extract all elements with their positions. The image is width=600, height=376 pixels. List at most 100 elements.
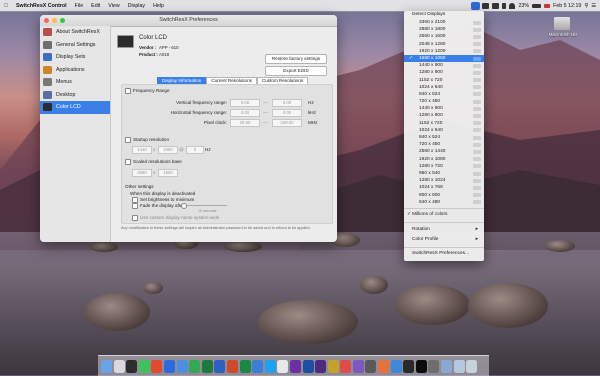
resolution-item[interactable]: 3360 x 2100 bbox=[404, 19, 484, 26]
sidebar-item[interactable]: Display Sets bbox=[40, 51, 110, 64]
pixel-min-field[interactable]: 20.00 bbox=[230, 119, 260, 127]
menu-edit[interactable]: Edit bbox=[87, 3, 104, 9]
switchresx-tray-icon[interactable] bbox=[471, 1, 481, 10]
resolution-item[interactable]: 1024 x 640 bbox=[404, 127, 484, 134]
dock-app-icon[interactable] bbox=[466, 359, 478, 373]
sidebar-item[interactable]: Color LCD bbox=[40, 101, 110, 114]
dock-app-icon[interactable] bbox=[453, 359, 465, 373]
menu-app-name[interactable]: SwitchResX Control bbox=[12, 3, 71, 9]
dock-app-icon[interactable] bbox=[151, 359, 163, 373]
dock-app-icon[interactable] bbox=[214, 359, 226, 373]
dock-app-icon[interactable] bbox=[327, 359, 339, 373]
menubar-clock[interactable]: Feb 5 12:19 bbox=[553, 3, 581, 9]
restore-factory-button[interactable]: Restore factory settings bbox=[265, 54, 327, 64]
dock-app-icon[interactable] bbox=[264, 359, 276, 373]
color-profile-item[interactable]: Color Profile ▸ bbox=[404, 235, 484, 245]
flag-icon[interactable] bbox=[544, 3, 551, 8]
detect-displays-item[interactable]: Detect Displays bbox=[404, 11, 484, 19]
resolution-item[interactable]: 1280 x 800 bbox=[404, 69, 484, 76]
dock-app-icon[interactable] bbox=[403, 359, 415, 373]
resolution-item[interactable]: 960 x 540 bbox=[404, 170, 484, 177]
resolution-item[interactable]: 1440 x 900 bbox=[404, 105, 484, 112]
resolution-item[interactable]: 800 x 600 bbox=[404, 192, 484, 199]
resolution-item[interactable]: 1152 x 720 bbox=[404, 77, 484, 84]
dock-app-icon[interactable] bbox=[226, 359, 238, 373]
resolution-item[interactable]: 1920 x 1080 bbox=[404, 156, 484, 163]
pixel-max-field[interactable]: 349.00 bbox=[272, 119, 302, 127]
rotation-item[interactable]: Rotation ▸ bbox=[404, 225, 484, 235]
dock-app-icon[interactable] bbox=[201, 359, 213, 373]
tray-app-icon[interactable] bbox=[482, 2, 490, 9]
menu-display[interactable]: Display bbox=[124, 3, 149, 9]
resolution-item[interactable]: 1280 x 1024 bbox=[404, 177, 484, 184]
sidebar-item[interactable]: Menus bbox=[40, 76, 110, 89]
dock-app-icon[interactable] bbox=[352, 359, 364, 373]
resolution-item[interactable]: 840 x 524 bbox=[404, 91, 484, 98]
dock-app-icon[interactable] bbox=[101, 359, 112, 373]
menu-view[interactable]: View bbox=[104, 3, 123, 9]
dock-app-icon[interactable] bbox=[340, 359, 352, 373]
dock-app-icon[interactable] bbox=[315, 359, 327, 373]
menu-file[interactable]: File bbox=[71, 3, 88, 9]
dock-app-icon[interactable] bbox=[189, 359, 201, 373]
dock-app-icon[interactable] bbox=[239, 359, 251, 373]
dock-app-icon[interactable] bbox=[126, 359, 138, 373]
sidebar-item[interactable]: Applications bbox=[40, 64, 110, 77]
scaled-height-field[interactable]: 1600 bbox=[158, 169, 178, 177]
startup-height-field[interactable]: 1080 bbox=[158, 146, 178, 154]
resolution-item[interactable]: 720 x 450 bbox=[404, 98, 484, 105]
resolution-item[interactable]: ✓ 1680 x 1050 bbox=[404, 54, 484, 63]
resolution-item[interactable]: 1280 x 720 bbox=[404, 163, 484, 170]
resolution-item[interactable]: 1920 x 1200 bbox=[404, 48, 484, 55]
system-wide-checkbox[interactable] bbox=[132, 215, 138, 221]
resolution-item[interactable]: 840 x 524 bbox=[404, 134, 484, 141]
menu-help[interactable]: Help bbox=[149, 3, 168, 9]
fade-slider-knob[interactable] bbox=[181, 203, 187, 209]
resolution-item[interactable]: 1440 x 900 bbox=[404, 62, 484, 69]
bluetooth-icon[interactable] bbox=[502, 2, 507, 9]
resolution-item[interactable]: 2560 x 1440 bbox=[404, 148, 484, 155]
dock-app-icon[interactable] bbox=[252, 359, 264, 373]
resolution-item[interactable]: 640 x 480 bbox=[404, 199, 484, 206]
resolution-item[interactable]: 1280 x 800 bbox=[404, 112, 484, 119]
resolution-item[interactable]: 1152 x 720 bbox=[404, 120, 484, 127]
wifi-icon[interactable] bbox=[509, 2, 516, 9]
scaled-width-field[interactable]: 2560 bbox=[132, 169, 152, 177]
dock-app-icon[interactable] bbox=[390, 359, 402, 373]
startup-resolution-checkbox[interactable] bbox=[125, 137, 131, 143]
tray-app-icon[interactable] bbox=[492, 2, 500, 9]
vertical-min-field[interactable]: 0.00 bbox=[230, 99, 260, 107]
sidebar-item[interactable]: About SwitchResX bbox=[40, 26, 110, 39]
hard-drive-icon[interactable] bbox=[554, 17, 570, 30]
startup-rate-field[interactable]: 0 bbox=[186, 146, 204, 154]
fade-slider[interactable] bbox=[182, 205, 227, 206]
resolution-item[interactable]: 2560 x 1600 bbox=[404, 33, 484, 40]
dock-app-icon[interactable] bbox=[302, 359, 314, 373]
battery-icon[interactable] bbox=[532, 3, 542, 8]
dock-app-icon[interactable] bbox=[163, 359, 175, 373]
dock-app-icon[interactable] bbox=[415, 359, 427, 373]
horizontal-min-field[interactable]: 0.00 bbox=[230, 109, 260, 117]
switchresx-preferences-item[interactable]: SwitchResX Preferences... bbox=[404, 249, 484, 259]
fade-checkbox[interactable] bbox=[132, 203, 138, 209]
resolution-item[interactable]: 1024 x 768 bbox=[404, 184, 484, 191]
frequency-range-checkbox[interactable] bbox=[125, 88, 131, 94]
dock-app-icon[interactable] bbox=[428, 359, 440, 373]
resolution-item[interactable]: 2048 x 1280 bbox=[404, 41, 484, 48]
dock-app-icon[interactable] bbox=[289, 359, 301, 373]
hard-drive-label[interactable]: Macintosh HD bbox=[540, 32, 586, 37]
dock-app-icon[interactable] bbox=[365, 359, 377, 373]
resolution-item[interactable]: 1024 x 640 bbox=[404, 84, 484, 91]
scaled-base-checkbox[interactable] bbox=[125, 159, 131, 165]
export-edid-button[interactable]: Export EDID bbox=[265, 66, 327, 76]
dock-app-icon[interactable] bbox=[441, 359, 453, 373]
resolution-item[interactable]: 720 x 450 bbox=[404, 141, 484, 148]
resolution-item[interactable]: 2880 x 1800 bbox=[404, 26, 484, 33]
sidebar-item[interactable]: Desktop bbox=[40, 89, 110, 102]
dock-app-icon[interactable] bbox=[113, 359, 125, 373]
dock-app-icon[interactable] bbox=[176, 359, 188, 373]
sidebar-item[interactable]: General Settings bbox=[40, 39, 110, 52]
notification-center-icon[interactable]: ☰ bbox=[591, 3, 596, 9]
apple-icon[interactable]:  bbox=[0, 3, 12, 9]
search-icon[interactable]: ⚲ bbox=[584, 3, 588, 9]
